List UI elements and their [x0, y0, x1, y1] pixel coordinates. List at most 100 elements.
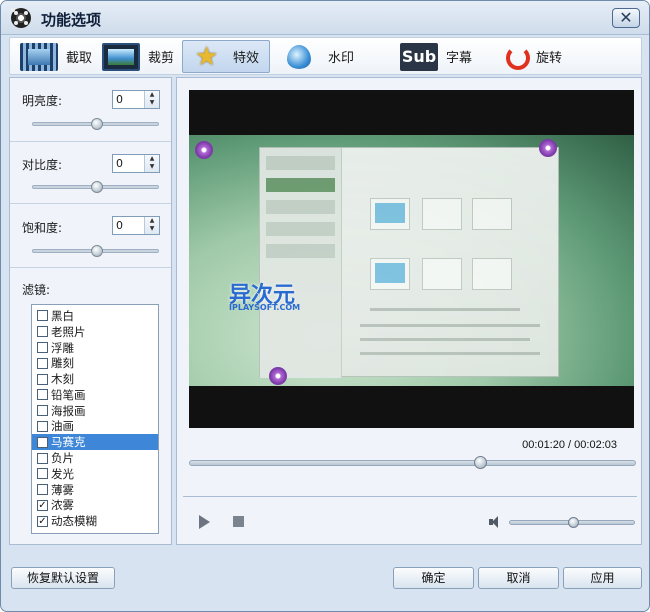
watermark-logo-subtext: IPLAYSOFT.COM	[229, 303, 301, 312]
filter-item[interactable]: 黑白	[32, 308, 158, 324]
contrast-slider-knob[interactable]	[90, 181, 103, 193]
saturation-spinbox[interactable]: 0 ▲ ▼	[112, 216, 160, 235]
tab-watermark-label: 水印	[328, 51, 355, 66]
filter-checkbox[interactable]	[37, 484, 48, 496]
crop-icon	[102, 42, 140, 71]
spin-arrows-icon[interactable]: ▲ ▼	[144, 155, 159, 172]
brightness-value: 0	[116, 93, 123, 106]
filter-item-label: 雕刻	[51, 356, 74, 371]
filter-item-label: 动态模糊	[51, 514, 97, 529]
filter-checkbox[interactable]	[37, 373, 48, 385]
volume-slider[interactable]	[509, 517, 635, 528]
filter-checkbox[interactable]	[37, 436, 48, 448]
contrast-spinbox[interactable]: 0 ▲ ▼	[112, 154, 160, 173]
close-button[interactable]: ✕	[612, 8, 640, 28]
options-dialog: 功能选项 ✕ 截取 裁剪 特效 水印 Sub 字幕 旋转	[0, 0, 650, 612]
brightness-label: 明亮度:	[22, 94, 63, 108]
contrast-label: 对比度:	[22, 158, 63, 172]
filter-checkbox[interactable]	[37, 420, 48, 432]
saturation-label: 饱和度:	[22, 221, 63, 235]
contrast-section: 对比度: 0 ▲ ▼	[10, 142, 171, 204]
filter-checkbox[interactable]	[37, 357, 48, 369]
tab-effects-label: 特效	[233, 51, 260, 66]
tab-effects[interactable]: 特效	[182, 40, 270, 73]
filter-item[interactable]: ✓ 浓雾	[32, 498, 158, 514]
volume-icon[interactable]	[489, 516, 501, 528]
tab-subtitle[interactable]: Sub 字幕	[396, 40, 480, 73]
filter-checkbox[interactable]	[37, 341, 48, 353]
filter-label: 滤镜:	[22, 283, 51, 297]
tab-rotate[interactable]: 旋转	[494, 40, 570, 73]
seek-knob[interactable]	[474, 456, 488, 469]
brightness-slider[interactable]	[32, 118, 159, 130]
tab-capture-label: 截取	[66, 51, 93, 66]
restore-defaults-button[interactable]: 恢复默认设置	[11, 567, 115, 589]
tab-subtitle-label: 字幕	[446, 51, 473, 66]
tab-crop[interactable]: 裁剪	[98, 40, 182, 73]
filter-item-label: 浮雕	[51, 340, 74, 355]
filter-item-label: 老照片	[51, 324, 86, 339]
filter-item-label: 负片	[51, 451, 74, 466]
ok-button[interactable]: 确定	[393, 567, 474, 589]
filter-item[interactable]: 发光	[32, 466, 158, 482]
filter-item-label: 发光	[51, 466, 74, 481]
filter-item[interactable]: 负片	[32, 450, 158, 466]
filter-item[interactable]: 油画	[32, 419, 158, 435]
tab-rotate-label: 旋转	[536, 51, 563, 66]
filter-item[interactable]: 海报画	[32, 403, 158, 419]
preview-panel: 异次元 IPLAYSOFT.COM 00:01:20 / 00:02:03	[176, 77, 642, 545]
filter-item-label: 油画	[51, 419, 74, 434]
divider	[183, 496, 637, 497]
filter-checkbox[interactable]	[37, 405, 48, 417]
filter-checkbox[interactable]	[37, 310, 48, 322]
filter-item[interactable]: 老照片	[32, 324, 158, 340]
time-separator: /	[568, 439, 572, 451]
filter-item[interactable]: 铅笔画	[32, 387, 158, 403]
filter-item[interactable]: 马赛克	[32, 434, 158, 451]
filter-item-label: 黑白	[51, 308, 74, 323]
seek-bar[interactable]	[189, 456, 636, 469]
brightness-slider-knob[interactable]	[90, 118, 103, 130]
subtitle-icon: Sub	[400, 42, 438, 71]
feature-toolbar: 截取 裁剪 特效 水印 Sub 字幕 旋转	[9, 37, 642, 75]
cancel-button[interactable]: 取消	[478, 567, 559, 589]
spin-arrows-icon[interactable]: ▲ ▼	[144, 91, 159, 108]
brightness-spinbox[interactable]: 0 ▲ ▼	[112, 90, 160, 109]
saturation-slider-knob[interactable]	[90, 245, 103, 257]
filter-checkbox[interactable]	[37, 389, 48, 401]
filter-item[interactable]: 浮雕	[32, 340, 158, 356]
total-time: 00:02:03	[574, 439, 617, 451]
filter-item[interactable]: 木刻	[32, 371, 158, 387]
spin-arrows-icon[interactable]: ▲ ▼	[144, 217, 159, 234]
volume-knob[interactable]	[567, 517, 579, 528]
contrast-slider[interactable]	[32, 181, 159, 193]
filter-checkbox[interactable]: ✓	[37, 499, 48, 511]
filter-list[interactable]: 黑白 老照片 浮雕 雕刻 木刻 铅笔画 海报画 油画 马赛克 负片 发光 薄雾 ✓ 浓雾 ✓ 动态模糊	[31, 304, 159, 534]
video-frame: 异次元 IPLAYSOFT.COM	[189, 135, 634, 386]
filter-checkbox[interactable]	[37, 452, 48, 464]
filter-item[interactable]: 薄雾	[32, 482, 158, 498]
filter-checkbox[interactable]: ✓	[37, 515, 48, 527]
filter-checkbox[interactable]	[37, 326, 48, 338]
current-time: 00:01:20	[522, 439, 565, 451]
tab-capture[interactable]: 截取	[16, 40, 100, 73]
apply-button[interactable]: 应用	[563, 567, 642, 589]
film-capture-icon	[20, 42, 58, 71]
contrast-value: 0	[116, 157, 123, 170]
filter-item[interactable]: 雕刻	[32, 355, 158, 371]
time-display: 00:01:20 / 00:02:03	[457, 439, 617, 451]
saturation-section: 饱和度: 0 ▲ ▼	[10, 204, 171, 268]
saturation-value: 0	[116, 219, 123, 232]
film-reel-icon	[11, 8, 31, 28]
tab-watermark[interactable]: 水印	[278, 40, 362, 73]
watermark-drop-icon	[282, 43, 320, 71]
filter-checkbox[interactable]	[37, 468, 48, 480]
filter-item[interactable]: ✓ 动态模糊	[32, 513, 158, 529]
title-bar: 功能选项 ✕	[1, 1, 649, 35]
play-icon[interactable]	[199, 515, 210, 529]
tab-crop-label: 裁剪	[148, 51, 175, 66]
saturation-slider[interactable]	[32, 245, 159, 257]
filter-item-label: 马赛克	[51, 435, 86, 450]
video-preview: 异次元 IPLAYSOFT.COM	[189, 90, 634, 428]
stop-icon[interactable]	[233, 516, 244, 527]
